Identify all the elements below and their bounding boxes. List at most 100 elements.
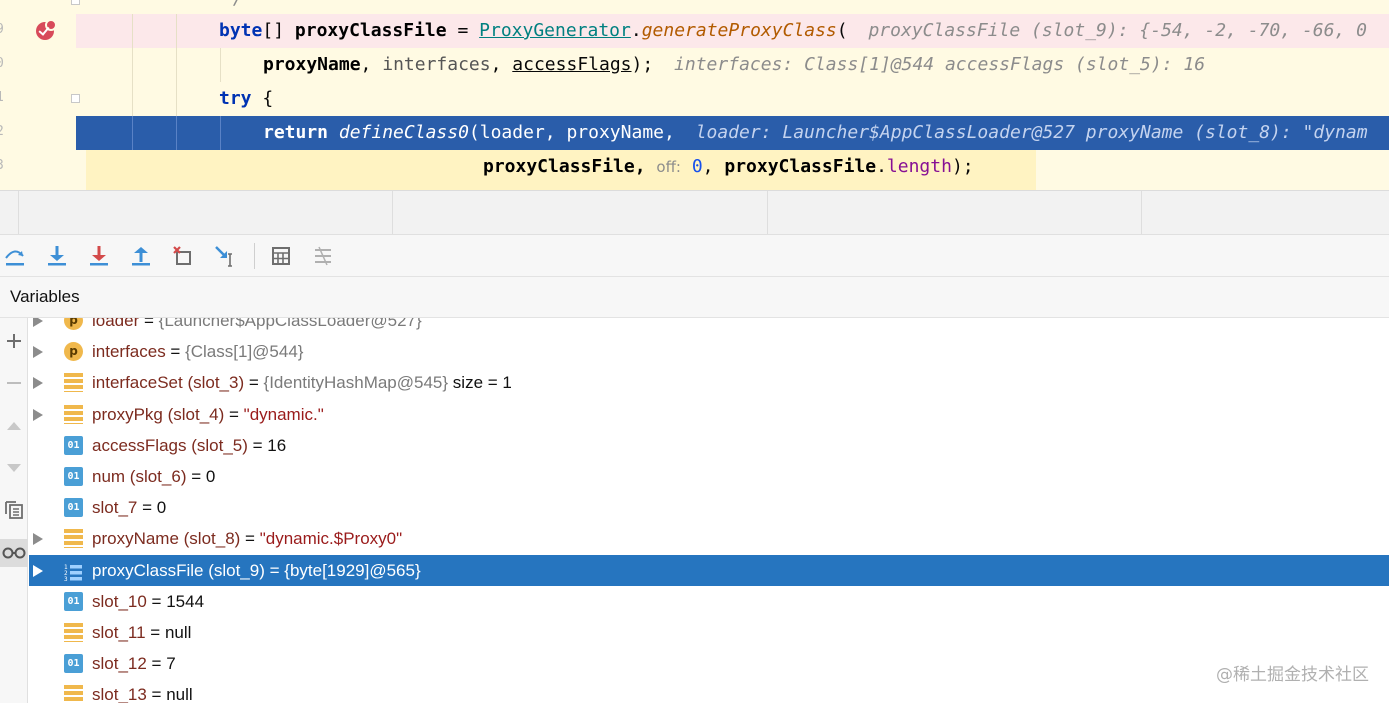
argument: proxyClassFile,: [483, 156, 646, 177]
code-line-execution-point[interactable]: return defineClass0(loader, proxyName, l…: [76, 116, 1389, 150]
variable-value: 7: [166, 654, 176, 674]
expand-arrow-icon[interactable]: [33, 533, 43, 546]
add-watch-icon[interactable]: [0, 327, 28, 355]
variable-name: slot_11: [92, 623, 146, 642]
variable-text: proxyClassFile (slot_9) = {byte[1929]@56…: [92, 560, 421, 580]
variable-text: slot_12 = 7: [92, 654, 176, 674]
argument: proxyClassFile: [724, 156, 877, 177]
primitive-icon: 01: [64, 498, 83, 518]
object-field-icon: [64, 529, 83, 549]
variables-tree[interactable]: p loader = {Launcher$AppClassLoader@527} p…: [29, 318, 1389, 703]
line-number: 9: [0, 22, 6, 37]
frames-column[interactable]: [767, 191, 1141, 235]
object-field-icon: [64, 623, 83, 642]
evaluate-expression-icon[interactable]: [266, 241, 296, 271]
variables-sidebar: [0, 318, 28, 703]
variable-row[interactable]: 01 accessFlags (slot_5) = 16: [29, 430, 1389, 461]
code-line-breakpoint[interactable]: byte[] proxyClassFile = ProxyGenerator.g…: [76, 14, 1389, 48]
argument: proxyName: [263, 54, 361, 75]
object-field-icon: [64, 373, 83, 393]
expand-arrow-icon[interactable]: [33, 377, 43, 390]
variable-name: interfaceSet (slot_3): [92, 373, 245, 393]
class-reference[interactable]: ProxyGenerator: [479, 20, 631, 41]
inline-debug-hint: proxyClassFile (slot_9): {-54, -2, -70, …: [868, 20, 1367, 41]
copy-icon[interactable]: [0, 496, 28, 524]
object-field-icon: [64, 404, 83, 424]
variable-row[interactable]: slot_11 = null: [29, 617, 1389, 648]
trace-stream-icon[interactable]: [308, 241, 338, 271]
remove-watch-icon[interactable]: [0, 369, 28, 397]
code-line[interactable]: proxyClassFile, off: 0, proxyClassFile.l…: [76, 150, 1389, 184]
variable-value: null: [164, 623, 192, 642]
variable-value: {Class[1]@544}: [185, 342, 304, 362]
move-up-icon[interactable]: [0, 412, 28, 440]
variable-row[interactable]: 01 num (slot_6) = 0: [29, 461, 1389, 492]
editor-gutter[interactable]: 9 0 1 2 3: [0, 0, 80, 190]
variable-text: interfaces = {Class[1]@544}: [92, 342, 304, 362]
watches-icon[interactable]: [0, 539, 28, 567]
variable-name: loader: [92, 318, 140, 330]
frames-column[interactable]: [392, 191, 767, 235]
variable-name: slot_10: [92, 591, 147, 611]
line-number: 3: [0, 158, 6, 173]
step-into-icon[interactable]: [42, 241, 72, 271]
variable-value: "dynamic.": [243, 404, 324, 424]
method-call: defineClass0: [338, 122, 469, 143]
variable-value: 1544: [166, 591, 205, 611]
variable-value: 0: [156, 498, 167, 518]
variable-row[interactable]: proxyPkg (slot_4) = "dynamic.": [29, 399, 1389, 430]
run-to-cursor-icon[interactable]: [210, 241, 240, 271]
frames-panel-header: [0, 190, 1389, 235]
variable-row[interactable]: proxyName (slot_8) = "dynamic.$Proxy0": [29, 523, 1389, 554]
variable-text: slot_10 = 1544: [92, 591, 205, 611]
variable-extra: size = 1: [448, 373, 512, 393]
code-line[interactable]: proxyName, interfaces, accessFlags); int…: [76, 48, 1389, 82]
variable-value: 16: [267, 435, 287, 455]
breakpoint-icon[interactable]: [36, 19, 57, 40]
expand-arrow-icon[interactable]: [33, 408, 43, 421]
frames-column[interactable]: [1141, 191, 1389, 235]
drop-frame-icon[interactable]: [168, 241, 198, 271]
argument: accessFlags: [512, 54, 632, 75]
variable-row[interactable]: 01 slot_7 = 0: [29, 492, 1389, 523]
variable-row[interactable]: p loader = {Launcher$AppClassLoader@527}: [29, 318, 1389, 336]
expand-arrow-icon[interactable]: [33, 564, 43, 577]
code-line[interactable]: try {: [76, 82, 1389, 116]
step-out-icon[interactable]: [126, 241, 156, 271]
variable-value: "dynamic.$Proxy0": [259, 529, 403, 549]
primitive-icon: 01: [64, 654, 83, 674]
variable-name: slot_13: [92, 685, 147, 703]
parameter-icon: p: [64, 318, 83, 330]
primitive-icon: 01: [64, 591, 83, 611]
expand-arrow-icon[interactable]: [33, 318, 43, 327]
variable-value: {Launcher$AppClassLoader@527}: [158, 318, 422, 330]
code-editor[interactable]: 9 0 1 2 3 */ byte[] proxyClassFile = Pro…: [0, 0, 1389, 190]
variable-text: slot_7 = 0: [92, 498, 167, 518]
variable-row[interactable]: 01 slot_10 = 1544: [29, 586, 1389, 617]
line-number: 2: [0, 124, 6, 139]
comment-end: */: [222, 0, 244, 9]
variable-row[interactable]: p interfaces = {Class[1]@544}: [29, 336, 1389, 367]
move-down-icon[interactable]: [0, 454, 28, 482]
variable-row-selected[interactable]: 1 2 3 proxyClassFile (slot_9) = {byte[1929]…: [29, 554, 1389, 586]
expand-arrow-icon[interactable]: [33, 346, 43, 359]
variable-text: slot_11 = null: [92, 623, 192, 642]
fold-marker-icon[interactable]: [71, 0, 80, 5]
variable-text: proxyName (slot_8) = "dynamic.$Proxy0": [92, 529, 403, 549]
variable-value: {IdentityHashMap@545}: [263, 373, 449, 393]
step-over-icon[interactable]: [0, 241, 30, 271]
method-call: generateProxyClass: [641, 20, 837, 41]
variable-text: interfaceSet (slot_3) = {IdentityHashMap…: [92, 373, 512, 393]
field-reference: length: [886, 156, 952, 177]
line-number: 1: [0, 90, 6, 105]
variable-text: proxyPkg (slot_4) = "dynamic.": [92, 404, 324, 424]
force-step-into-icon[interactable]: [84, 241, 114, 271]
variable-name: interfaces: [92, 342, 166, 362]
variable-row[interactable]: 01 slot_12 = 7: [29, 648, 1389, 679]
variable-row[interactable]: interfaceSet (slot_3) = {IdentityHashMap…: [29, 367, 1389, 398]
variable-row[interactable]: slot_13 = null: [29, 679, 1389, 703]
frames-column[interactable]: [18, 191, 392, 235]
inline-debug-hint: loader: Launcher$AppClassLoader@527 prox…: [695, 122, 1368, 143]
variable-name: slot_7: [92, 498, 138, 518]
keyword: return: [263, 122, 329, 143]
